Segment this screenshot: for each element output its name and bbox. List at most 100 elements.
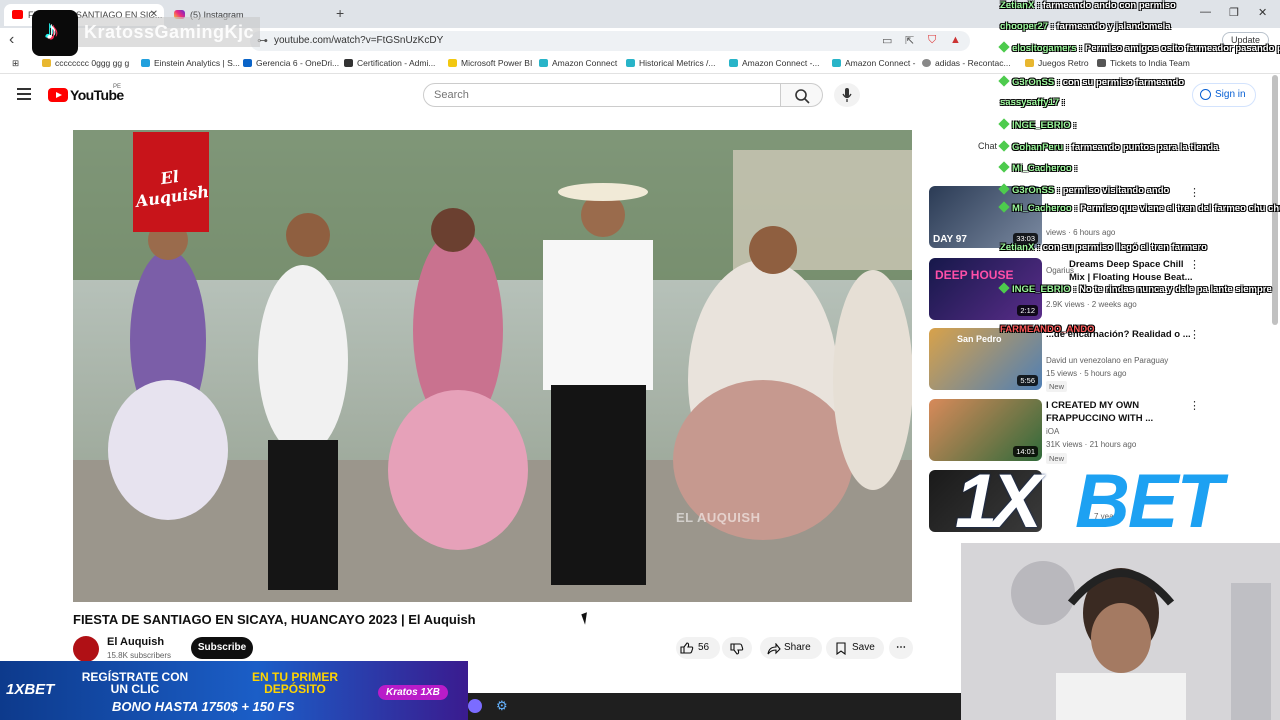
sign-in-button[interactable]: Sign in bbox=[1192, 83, 1256, 107]
bet-banner-line2: EN TU PRIMER DEPÓSITO bbox=[251, 670, 338, 696]
app-icon[interactable] bbox=[468, 699, 482, 713]
youtube-logo-icon[interactable] bbox=[48, 88, 68, 102]
more-options-icon[interactable]: ⋮ bbox=[1189, 258, 1200, 271]
subscriber-count: 15.8K subscribers bbox=[107, 651, 172, 660]
like-count: 56 bbox=[698, 642, 710, 653]
chat-message: FARMEANDO_ANDO bbox=[1000, 324, 1095, 335]
microphone-icon bbox=[842, 88, 852, 102]
search-input[interactable] bbox=[434, 87, 764, 103]
channel-avatar[interactable] bbox=[73, 636, 99, 662]
chat-message: ZetianX : con su permiso llegó el tren f… bbox=[1000, 242, 1207, 253]
bookmarks-bar: ⊞ cccccccc 0ggg gg g Einstein Analytics … bbox=[0, 54, 1280, 74]
share-page-icon[interactable]: ⇱ bbox=[905, 34, 914, 47]
channel-name[interactable]: iOA bbox=[1046, 427, 1059, 436]
region-code: PE bbox=[113, 84, 122, 90]
search-box[interactable] bbox=[423, 83, 781, 107]
video-title: FIESTA DE SANTIAGO EN SICAYA, HUANCAYO 2… bbox=[73, 612, 476, 627]
cast-icon[interactable]: ▭ bbox=[882, 34, 892, 47]
chat-message: GohanPeru : farmeando puntos para la tie… bbox=[998, 140, 1218, 153]
address-bar[interactable]: ⊶ youtube.com/watch?v=FtGSnUzKcDY ▭ ⇱ ⛉ … bbox=[250, 31, 970, 51]
recommendation-card[interactable]: 14:01 I CREATED MY OWN FRAPPUCCINO WITH … bbox=[929, 399, 1239, 464]
video-meta: 15 views · 5 hours ago bbox=[1046, 369, 1127, 378]
webcam-image bbox=[961, 543, 1280, 720]
steam-icon[interactable]: ⚙ bbox=[496, 698, 508, 714]
bet-logo-prefix: 1X bbox=[955, 459, 1042, 544]
bookmark-item[interactable]: Einstein Analytics | S... bbox=[141, 58, 240, 68]
video-meta: views · 6 hours ago bbox=[1046, 228, 1116, 237]
chat-label[interactable]: Chat bbox=[978, 141, 997, 151]
video-title-link[interactable]: I CREATED MY OWN FRAPPUCCINO WITH ... bbox=[1046, 399, 1196, 425]
video-watermark: EL AUQUISH bbox=[676, 510, 761, 525]
chat-message: INGE_EBRIO : bbox=[998, 118, 1076, 131]
new-tab-button[interactable]: + bbox=[336, 5, 344, 21]
recommendation-card[interactable]: San Pedro 5:56 ...de encarnación? Realid… bbox=[929, 328, 1239, 392]
voice-search-button[interactable] bbox=[834, 83, 860, 107]
bookmark-item[interactable]: Juegos Retro bbox=[1025, 58, 1089, 68]
video-meta: 31K views · 21 hours ago bbox=[1046, 440, 1137, 449]
bookmark-item[interactable]: cccccccc 0ggg gg g bbox=[42, 58, 129, 68]
bookmark-item[interactable]: Amazon Connect - bbox=[832, 58, 915, 68]
more-options-icon[interactable]: ⋮ bbox=[1189, 399, 1200, 412]
thumbnail-caption: San Pedro bbox=[957, 334, 1002, 344]
bookmark-item[interactable]: Certification - Admi... bbox=[344, 58, 435, 68]
channel-name[interactable]: El Auquish bbox=[107, 636, 164, 648]
subscribe-button[interactable]: Subscribe bbox=[191, 637, 253, 659]
bookmark-item[interactable]: Amazon Connect -... bbox=[729, 58, 819, 68]
minimize-icon[interactable]: — bbox=[1200, 6, 1211, 18]
url-text[interactable]: youtube.com/watch?v=FtGSnUzKcDY bbox=[274, 35, 443, 46]
extension-alert-icon[interactable]: ▲ bbox=[950, 34, 961, 46]
video-thumbnail[interactable]: 14:01 bbox=[929, 399, 1042, 461]
bookmark-item[interactable]: Gerencia 6 - OneDri... bbox=[243, 58, 339, 68]
chat-message: Mi_Cacheroo : bbox=[998, 161, 1077, 174]
thumbnail-caption: DAY 97 bbox=[933, 234, 967, 245]
chat-message: INGE_EBRIO : No te rindas nunca y dale p… bbox=[998, 282, 1272, 295]
chat-message: G3rOnSS : permiso visitando ando bbox=[998, 183, 1169, 196]
apps-grid-icon[interactable]: ⊞ bbox=[12, 58, 19, 69]
bookmark-item[interactable]: Microsoft Power BI bbox=[448, 58, 532, 68]
close-window-icon[interactable]: ✕ bbox=[1258, 6, 1267, 19]
dislike-button[interactable] bbox=[722, 637, 752, 659]
bet-logo-overlay: 1X BET bbox=[955, 462, 1280, 542]
save-button[interactable]: Save bbox=[826, 637, 884, 659]
back-arrow-icon[interactable]: ‹ bbox=[9, 31, 14, 49]
menu-icon[interactable] bbox=[17, 88, 31, 100]
thumbs-down-icon bbox=[730, 643, 744, 655]
video-meta: 2.9K views · 2 weeks ago bbox=[1046, 300, 1137, 309]
thumbs-up-icon bbox=[680, 642, 694, 654]
bookmark-item[interactable]: Historical Metrics /... bbox=[626, 58, 716, 68]
like-button[interactable]: 56 bbox=[676, 637, 720, 659]
bookmark-item[interactable]: Amazon Connect bbox=[539, 58, 617, 68]
bookmark-item[interactable]: adidas - Recontac... bbox=[922, 58, 1011, 68]
bet-banner-logo: 1XBET bbox=[6, 681, 55, 698]
video-duration: 2:12 bbox=[1017, 305, 1038, 316]
new-badge: New bbox=[1046, 381, 1068, 392]
more-actions-icon[interactable]: ⋯ bbox=[889, 637, 913, 659]
bookmark-item[interactable]: Tickets to India Team bbox=[1097, 58, 1190, 68]
mouse-cursor-icon bbox=[581, 612, 591, 625]
tiktok-note-icon: ♪ bbox=[45, 15, 58, 45]
chat-message: ZetianX : farmeando ando con permiso bbox=[1000, 0, 1176, 11]
bet-banner-line3: BONO HASTA 1750$ + 150 FS bbox=[112, 699, 295, 714]
taskbar: ⚙ bbox=[468, 693, 961, 720]
thumbnail-caption: DEEP HOUSE bbox=[935, 268, 1014, 282]
channel-name[interactable]: David un venezolano en Paraguay bbox=[1046, 356, 1168, 365]
search-icon bbox=[795, 89, 810, 104]
bet-logo-word: BET bbox=[1075, 459, 1223, 544]
webcam-feed bbox=[961, 543, 1280, 720]
video-title-link[interactable]: Dreams Deep Space Chill Mix | Floating H… bbox=[1069, 258, 1194, 284]
page-scrollbar[interactable] bbox=[1272, 75, 1278, 325]
more-options-icon[interactable]: ⋮ bbox=[1189, 328, 1200, 341]
chat-message: sassysaffy17 : bbox=[1000, 97, 1065, 108]
share-icon bbox=[767, 643, 781, 655]
video-thumbnail[interactable]: San Pedro 5:56 bbox=[929, 328, 1042, 390]
video-duration: 14:01 bbox=[1013, 446, 1038, 457]
chat-message: elositogamers : Permiso amigos osito far… bbox=[998, 41, 1280, 54]
share-button[interactable]: Share bbox=[760, 637, 822, 659]
maximize-icon[interactable]: ❐ bbox=[1229, 6, 1239, 19]
bookmark-icon bbox=[836, 642, 846, 655]
more-options-icon[interactable]: ⋮ bbox=[1189, 186, 1200, 199]
extension-shield-icon[interactable]: ⛉ bbox=[928, 34, 936, 47]
channel-name[interactable]: Ogarius bbox=[1046, 266, 1074, 275]
video-duration: 5:56 bbox=[1017, 375, 1038, 386]
search-button[interactable] bbox=[781, 83, 823, 107]
